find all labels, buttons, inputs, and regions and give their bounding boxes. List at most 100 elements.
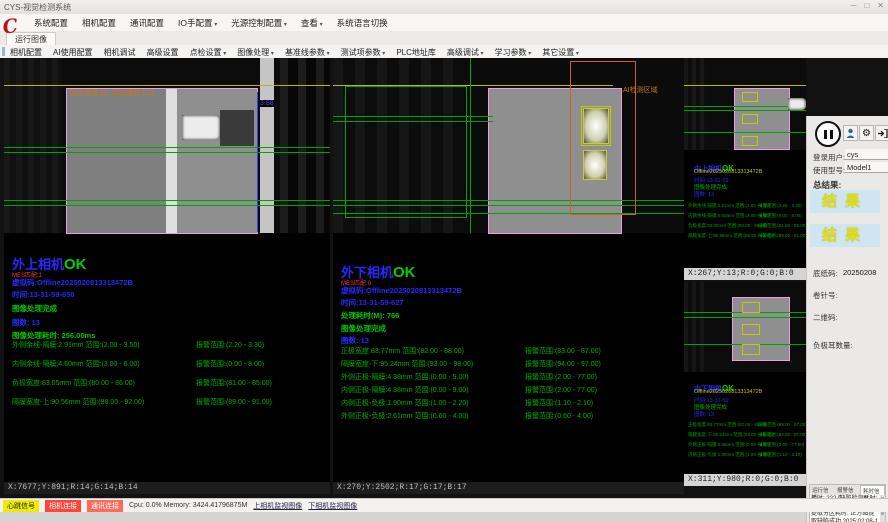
menu-system-config[interactable]: 系统配置 — [34, 17, 68, 29]
user-login-button[interactable] — [843, 125, 858, 141]
marker-box-yellow — [581, 106, 611, 146]
model-label: 使用型号: — [813, 165, 845, 176]
main-menu: 系统配置 相机配置 通讯配置 IO手配置 光源控制配置 查看 系统语言切换 — [34, 17, 388, 29]
menu-camera-config[interactable]: 相机配置 — [82, 17, 116, 29]
base-code-label: 底纸码: — [813, 268, 838, 279]
alarm-range: 报警范围:(1.10 - 2.10) — [525, 398, 593, 408]
tool-advanced-settings[interactable]: 高级设置 — [147, 47, 179, 58]
negative-tab-count-label: 负极耳数量: — [813, 340, 853, 351]
camera-view-outer-lower[interactable]: AI检测区域 外下相机OK MES匹配:0 虚拟码:Offline2025020… — [333, 58, 684, 494]
alarm-range: 报警范围:(0.00 - 8.00) — [758, 213, 802, 219]
camera-image-inner-lower[interactable] — [684, 282, 806, 372]
log-tab-timing[interactable]: 耗时信息 — [860, 485, 885, 495]
measure-value: 外侧余线-隔膜:2.91mm 范围:(2.00 - 3.50) — [12, 340, 140, 350]
menu-io-config[interactable]: IO手配置 — [178, 17, 217, 29]
tool-test-params[interactable]: 测试项参数 — [341, 47, 386, 58]
exit-button[interactable] — [875, 125, 888, 141]
log-tab-alarm[interactable]: 报警信息 — [835, 485, 858, 495]
menu-view[interactable]: 查看 — [301, 17, 323, 29]
virtual-barcode: 虚拟码:Offline2025020813313472B — [341, 285, 462, 296]
measure-value: 负极宽度:83.05mm 范围:(80.00 - 86.00) — [12, 378, 135, 388]
tool-learn-params[interactable]: 学习参数 — [495, 47, 532, 58]
measure-line-green — [684, 132, 806, 133]
menu-language-switch[interactable]: 系统语言切换 — [337, 17, 388, 29]
gear-icon: ⚙ — [862, 128, 871, 139]
process-elapsed-m: 处理耗时(M): 766 — [341, 310, 399, 321]
camera-view-inner-lower[interactable]: 内下相机OK Offline2025020813313472B 时间:13-31… — [684, 282, 806, 486]
maximize-icon[interactable]: □ — [864, 1, 869, 10]
frame-line: 图数: 13 — [694, 190, 714, 198]
tool-camera-config[interactable]: 相机配置 — [10, 47, 42, 58]
alarm-range: 报警范围:(89.00 - 91.00) — [758, 233, 806, 239]
tab-connector-blob — [788, 98, 806, 110]
tool-advanced-debug[interactable]: 高级调试 — [447, 47, 484, 58]
pixel-coords-readout: X:311;Y:980;R:0;G:0;B:0 — [684, 474, 806, 486]
measure-line-green — [4, 205, 330, 206]
process-status: 图像处理完成 — [12, 303, 57, 314]
marker-box-yellow — [742, 114, 758, 124]
reference-line-yellow — [4, 85, 330, 86]
measure-line-green — [4, 200, 330, 201]
application-window: CYS-视觉检测系统 ─ □ ✕ C 系统配置 相机配置 通讯配置 IO手配置 … — [0, 0, 888, 522]
camera-image-outer-upper[interactable]: 固定阈值:93, 动态阈值:100 3.88 — [4, 58, 330, 233]
tool-camera-debug[interactable]: 相机调试 — [104, 47, 136, 58]
measure-line-green — [684, 317, 806, 318]
comm-connection-badge: 通讯连接 — [87, 500, 123, 512]
measure-value: 外侧正极-隔膜:4.38mm 范围:(0.00 - 9.00) — [341, 372, 469, 382]
measurement-row: 负极宽度:83.05mm 范围:(80.00 - 86.00)报警范围:(81.… — [684, 223, 806, 233]
measurement-row: 正极宽度:83.77mm 范围:(82.00 - 88.00)报警范围:(83.… — [333, 346, 684, 356]
measure-value: 隔膜宽度-下:95.24mm 范围:(93.00 - 98.00) — [341, 359, 473, 369]
login-user-field[interactable] — [845, 149, 888, 160]
measurement-row: 内侧正极-隔膜:4.38mm 范围:(0.00 - 9.00)报警范围:(2.0… — [333, 385, 684, 395]
camera-view-inner-upper[interactable]: 内上相机OK Offline2025020813313472B 时间:13-31… — [684, 58, 806, 280]
camera-result: OK — [64, 256, 87, 273]
menu-light-config[interactable]: 光源控制配置 — [231, 17, 287, 29]
measure-line-blue — [257, 92, 258, 232]
window-controls: ─ □ ✕ — [851, 1, 884, 10]
tool-baseline-params[interactable]: 基准线参数 — [285, 47, 330, 58]
machine-band — [684, 58, 708, 150]
measure-line-green — [4, 147, 330, 148]
pause-button[interactable] — [815, 121, 841, 147]
title-bar: CYS-视觉检测系统 ─ □ ✕ — [0, 0, 888, 15]
measure-value: 负极宽度:83.05mm 范围:(80.00 - 86.00) — [688, 223, 767, 229]
tool-plc-address[interactable]: PLC地址库 — [396, 47, 436, 58]
measurement-row: 外侧余线-隔膜:2.91mm 范围:(2.00 - 3.50)报警范围:(2.2… — [684, 203, 806, 213]
frame-count: 图数: 13 — [12, 317, 40, 328]
camera-image-inner-upper[interactable] — [684, 58, 806, 150]
camera-image-outer-lower[interactable]: AI检测区域 — [333, 58, 684, 233]
frame-line: 图数: 13 — [694, 410, 714, 418]
cpu-memory-readout: Cpu: 0.0% Memory: 3424.41796875M — [129, 502, 247, 509]
measure-line-green — [333, 116, 493, 117]
toolbar-items: 相机配置 AI使用配置 相机调试 高级设置 点检设置 图像处理 基准线参数 测试… — [10, 47, 579, 58]
pixel-coords-readout: X:7677;Y:891;R:14;G:14;B:14 — [4, 482, 330, 494]
virtual-barcode: 虚拟码:Offline2025020813313472B — [12, 277, 133, 288]
close-icon[interactable]: ✕ — [877, 1, 884, 10]
control-sidebar: ⚙ 登录用户: 使用型号: 总结果: 结果 结果 底纸码: 20250208 卷… — [806, 116, 888, 522]
tool-spot-check[interactable]: 点检设置 — [190, 47, 227, 58]
model-field[interactable] — [845, 162, 888, 173]
tool-other-settings[interactable]: 其它设置 — [542, 47, 579, 58]
heartbeat-status-badge: 心跳信号 — [3, 500, 39, 512]
status-bar: 心跳信号 相机连接 通讯连接 Cpu: 0.0% Memory: 3424.41… — [0, 498, 888, 512]
settings-button[interactable]: ⚙ — [859, 125, 874, 141]
barcode-line: Offline2025020813313472B — [694, 169, 762, 175]
log-tab-run[interactable]: 运行信息 — [810, 485, 833, 495]
minimize-icon[interactable]: ─ — [851, 1, 857, 10]
camera-view-outer-upper[interactable]: 固定阈值:93, 动态阈值:100 3.88 外上相机OK MES匹配:1 虚拟… — [4, 58, 330, 494]
reference-line-yellow — [684, 85, 806, 86]
alarm-range: 报警范围:(81.00 - 85.00) — [196, 378, 272, 388]
main-view-area: 固定阈值:93, 动态阈值:100 3.88 外上相机OK MES匹配:1 虚拟… — [0, 58, 888, 498]
qr-code-label: 二维码: — [813, 312, 838, 323]
base-code-value: 20250208 — [843, 268, 876, 277]
roll-pin-label: 卷针号: — [813, 290, 838, 301]
tool-ai-config[interactable]: AI使用配置 — [53, 47, 93, 58]
measure-value: 正极宽度:83.77mm 范围:(82.00 - 88.00) — [688, 422, 767, 428]
tool-image-processing[interactable]: 图像处理 — [237, 47, 274, 58]
menu-comm-config[interactable]: 通讯配置 — [130, 17, 164, 29]
marker-box-yellow — [742, 136, 758, 146]
upper-camera-monitor-link[interactable]: 上相机监视图像 — [253, 501, 302, 511]
lower-camera-monitor-link[interactable]: 下相机监视图像 — [308, 501, 357, 511]
measurement-row: 隔膜宽度-下:95.24mm 范围:(93.00 - 98.00)报警范围:(9… — [684, 432, 806, 442]
window-title: CYS-视觉检测系统 — [4, 2, 71, 13]
